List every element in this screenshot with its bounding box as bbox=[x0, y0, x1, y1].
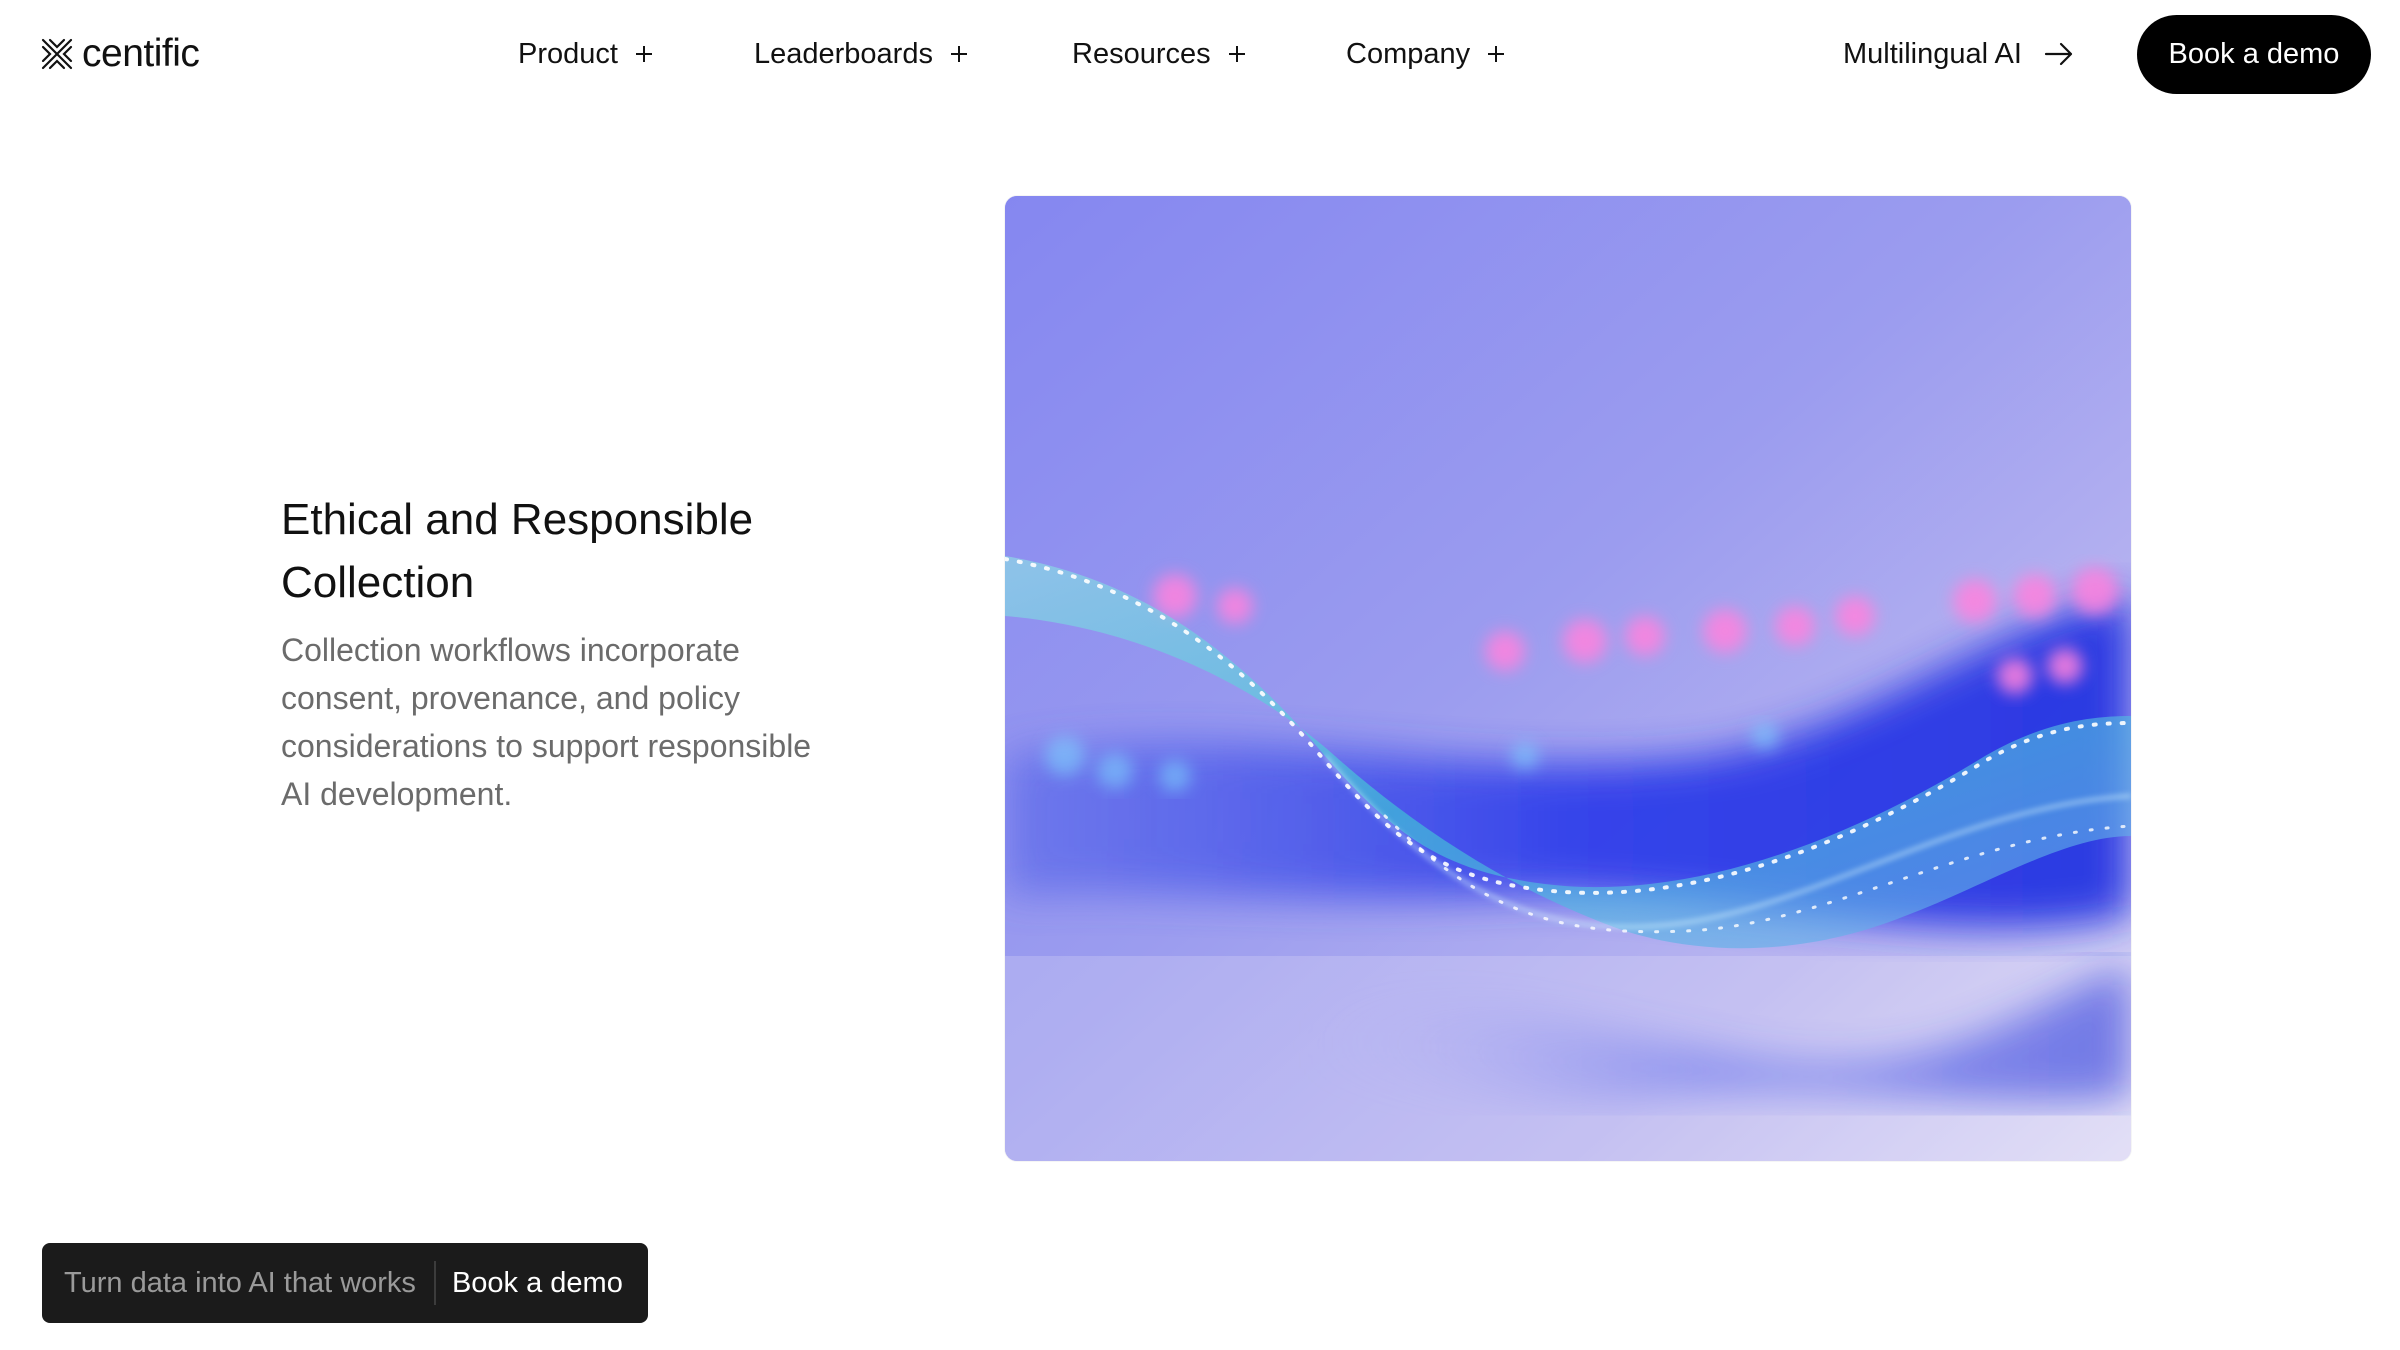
brand-name: centific bbox=[82, 32, 200, 75]
book-demo-button[interactable]: Book a demo bbox=[2137, 15, 2371, 94]
plus-icon bbox=[1488, 46, 1505, 62]
feature-description: Collection workflows incorporate consent… bbox=[281, 632, 812, 812]
nav-item-leaderboards[interactable]: Leaderboards bbox=[754, 30, 969, 78]
nav-item-resources[interactable]: Resources bbox=[1072, 30, 1247, 78]
cta-tagline: Turn data into AI that works bbox=[64, 1266, 416, 1299]
page: centific Product Leaderboards Resources … bbox=[0, 0, 2400, 1350]
arrow-right-icon bbox=[2044, 42, 2073, 66]
nav-item-label: Resources bbox=[1072, 37, 1211, 70]
plus-icon bbox=[635, 46, 652, 62]
cta-divider bbox=[433, 1261, 436, 1305]
logo-link[interactable]: centific bbox=[40, 30, 200, 78]
feature-title: Ethical and Responsible Collection bbox=[281, 495, 754, 607]
multilingual-ai-label: Multilingual AI bbox=[1843, 37, 2022, 70]
plus-icon bbox=[1228, 46, 1245, 62]
hero-illustration bbox=[1005, 196, 2131, 1161]
floating-cta-bar: Turn data into AI that works Book a demo bbox=[42, 1243, 648, 1323]
nav-item-product[interactable]: Product bbox=[518, 30, 654, 78]
plus-icon bbox=[950, 46, 967, 62]
abstract-glass-wave-image bbox=[1005, 196, 2131, 1161]
nav-item-label: Product bbox=[518, 37, 618, 70]
multilingual-ai-link[interactable]: Multilingual AI bbox=[1843, 30, 2074, 78]
top-navigation: centific Product Leaderboards Resources … bbox=[0, 0, 2400, 108]
centific-x-logo-icon bbox=[41, 38, 73, 70]
nav-item-company[interactable]: Company bbox=[1346, 30, 1506, 78]
nav-item-label: Leaderboards bbox=[754, 37, 933, 70]
cta-book-demo-link[interactable]: Book a demo bbox=[452, 1267, 623, 1300]
nav-item-label: Company bbox=[1346, 37, 1471, 70]
